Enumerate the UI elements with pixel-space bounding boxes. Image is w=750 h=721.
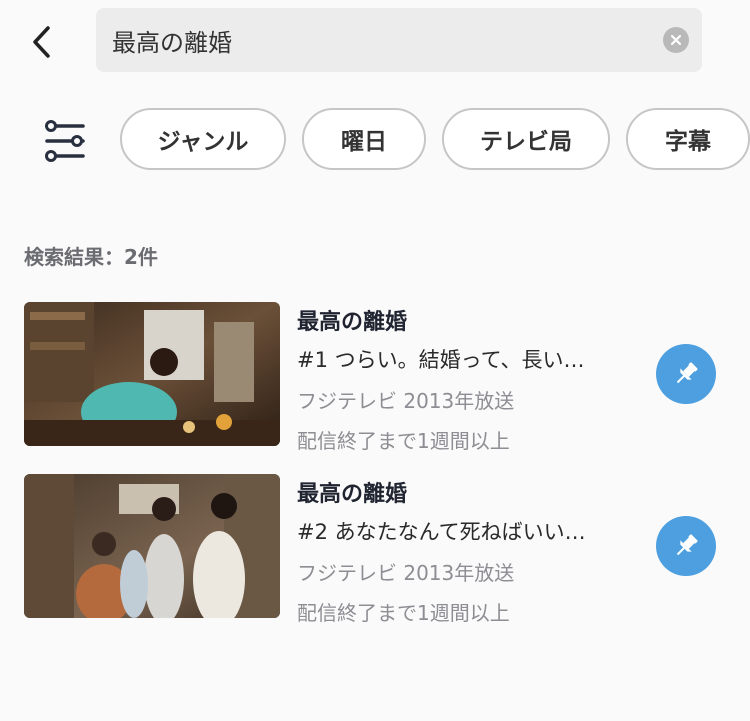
result-item[interactable]: 最高の離婚 #2 あなたなんて死ねばいい… フジテレビ 2013年放送 配信終了…: [0, 472, 750, 625]
back-button[interactable]: [22, 22, 62, 62]
show-title[interactable]: 最高の離婚: [297, 304, 407, 336]
search-results-screen: ジャンル 曜日 テレビ局 字幕 検索結果：2件: [0, 0, 750, 721]
close-icon: [670, 34, 682, 46]
filter-settings-button[interactable]: [44, 119, 86, 163]
pin-icon: [676, 534, 698, 556]
filter-chip-genre[interactable]: ジャンル: [120, 108, 286, 170]
pin-button[interactable]: [656, 516, 716, 576]
chevron-left-icon: [33, 26, 50, 58]
thumbnail-image[interactable]: [24, 474, 280, 618]
availability-info: 配信終了まで1週間以上: [297, 601, 510, 625]
filter-chip-subtitles[interactable]: 字幕: [626, 108, 750, 170]
search-input[interactable]: [112, 8, 652, 72]
broadcaster-info: フジテレビ 2013年放送: [297, 389, 515, 413]
clear-search-button[interactable]: [663, 27, 689, 53]
episode-title: #2 あなたなんて死ねばいい…: [297, 520, 586, 544]
broadcaster-info: フジテレビ 2013年放送: [297, 561, 515, 585]
show-title[interactable]: 最高の離婚: [297, 476, 407, 508]
result-count: 検索結果：2件: [24, 245, 158, 269]
episode-title: #1 つらい。結婚って、長い…: [297, 348, 585, 372]
filter-chip-tv-station[interactable]: テレビ局: [442, 108, 610, 170]
sliders-icon: [45, 120, 85, 162]
result-item[interactable]: 最高の離婚 #1 つらい。結婚って、長い… フジテレビ 2013年放送 配信終了…: [0, 300, 750, 453]
pin-button[interactable]: [656, 344, 716, 404]
availability-info: 配信終了まで1週間以上: [297, 429, 510, 453]
search-bar: [96, 8, 702, 72]
filter-chip-weekday[interactable]: 曜日: [302, 108, 426, 170]
thumbnail-image[interactable]: [24, 302, 280, 446]
pin-icon: [676, 362, 698, 384]
